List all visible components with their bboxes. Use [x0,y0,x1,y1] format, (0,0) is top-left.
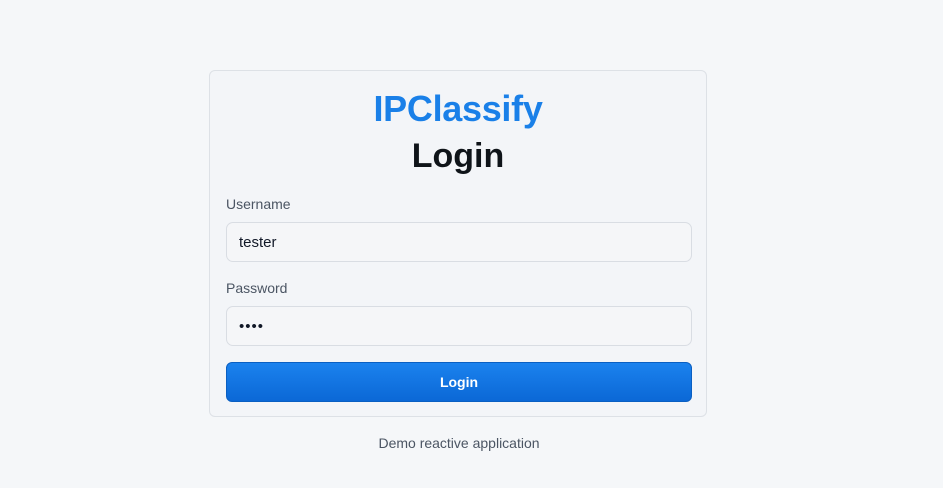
page-title: Login [411,137,505,175]
username-field[interactable] [226,222,692,262]
password-label: Password [226,280,288,296]
login-button[interactable]: Login [226,362,692,402]
username-label: Username [226,196,291,212]
login-card: IPClassify Login Username Password Login [209,70,707,417]
password-field[interactable] [226,306,692,346]
footer-text: Demo reactive application [378,435,540,451]
brand-title: IPClassify [373,88,543,129]
